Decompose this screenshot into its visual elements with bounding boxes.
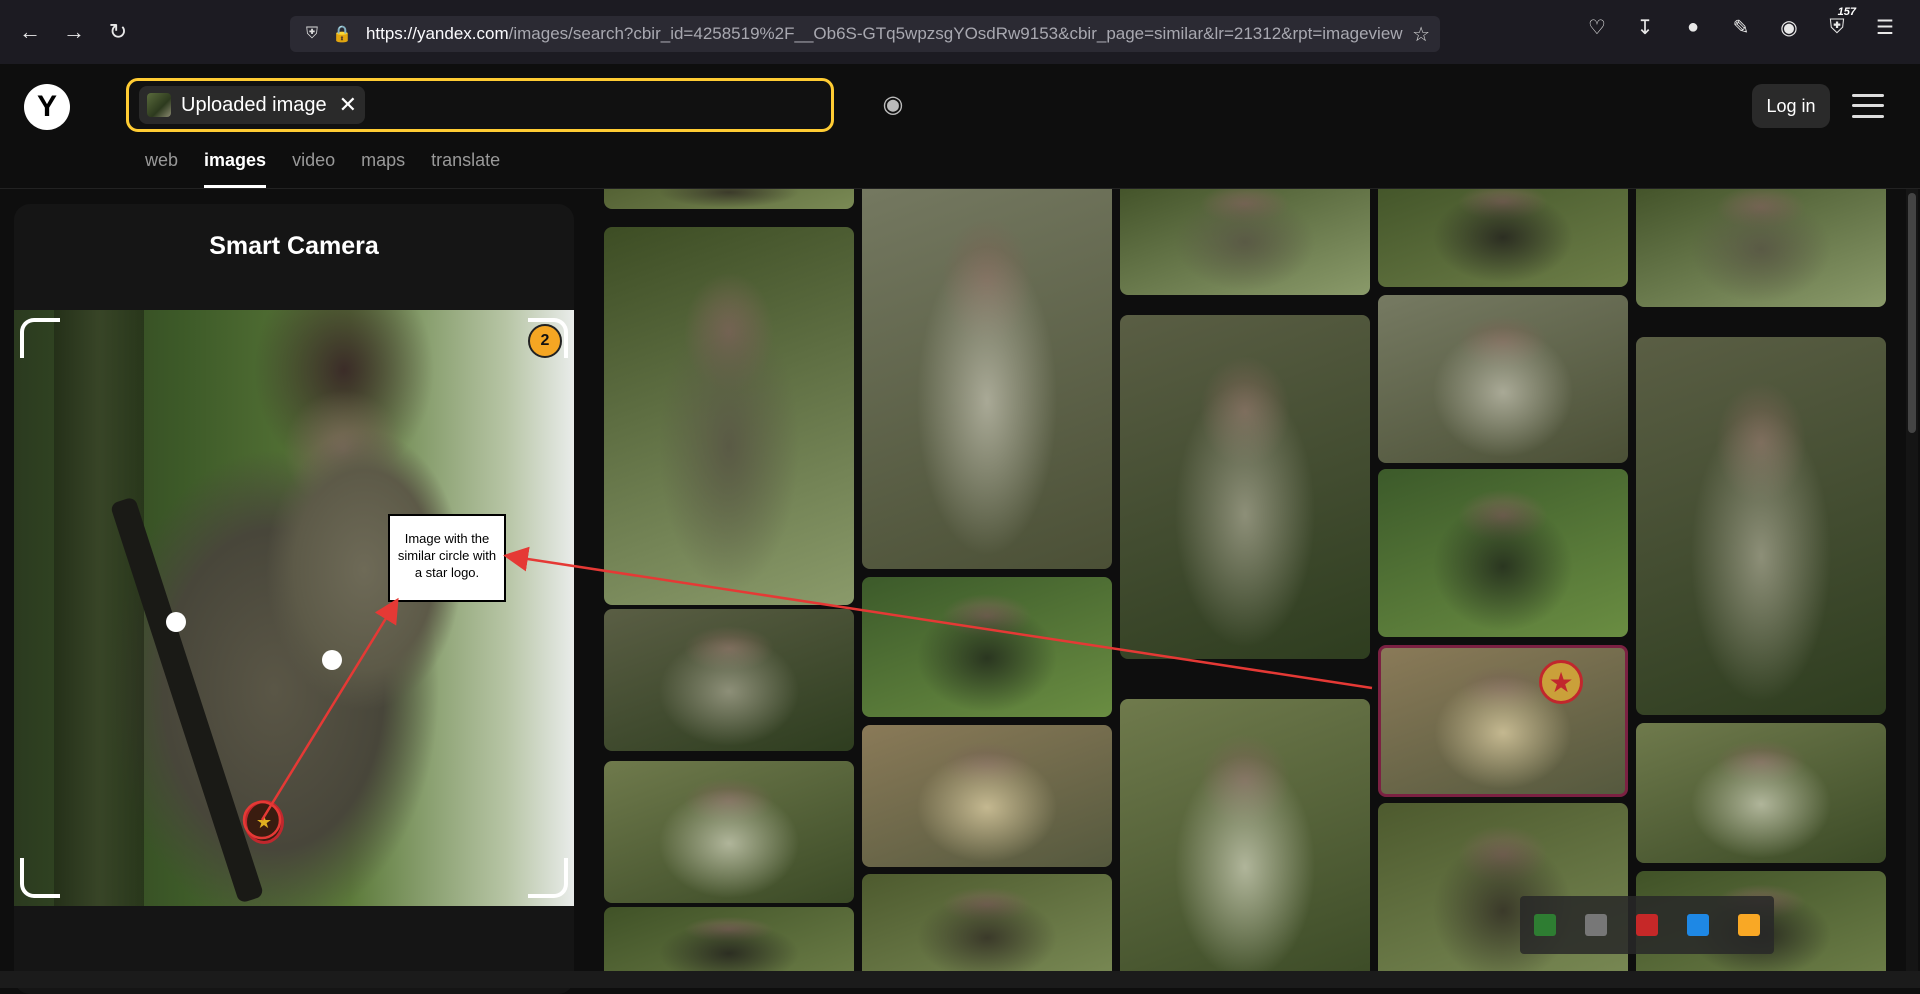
taskbar [0,971,1920,988]
extensions-icon[interactable]: ✎ [1726,12,1756,42]
chip-label: Uploaded image [181,93,327,116]
tab-maps[interactable]: maps [361,150,405,188]
close-icon[interactable]: ✕ [339,92,357,118]
result-image[interactable] [604,609,854,751]
url-domain: https://yandex.com [365,24,509,43]
star-logo-icon: ★ [1539,660,1583,704]
result-image[interactable] [604,189,854,209]
camera-icon[interactable]: ◉ [876,89,910,119]
tray-app-icon[interactable] [1585,914,1608,936]
url-text[interactable]: https://yandex.com/images/search?cbir_id… [366,24,1406,44]
scrollbar[interactable] [1906,189,1918,971]
tray-app-icon[interactable] [1635,914,1658,936]
uploaded-image-chip[interactable]: Uploaded image ✕ [139,86,366,124]
yandex-logo[interactable]: Y [24,84,70,130]
result-image[interactable] [862,189,1112,569]
bookmark-star-icon[interactable]: ☆ [1412,22,1430,47]
ublock-icon[interactable]: ⛨ 157 [1822,6,1857,42]
result-image[interactable] [1636,337,1886,715]
result-image[interactable] [862,725,1112,867]
forward-icon[interactable]: → [52,12,96,52]
result-image[interactable] [1120,699,1370,971]
result-image[interactable] [1636,723,1886,863]
scrollbar-thumb[interactable] [1908,193,1916,433]
browser-toolbar: ← → ↻ ⛨ 🔒 https://yandex.com/images/sear… [0,0,1920,64]
ublock-count: 157 [1837,6,1856,18]
annotation-callout: Image with the similar circle with a sta… [388,514,506,602]
tray-app-icon[interactable] [1737,914,1760,936]
service-tabs: web images video maps translate [145,150,500,188]
object-point[interactable] [166,612,186,632]
object-point[interactable] [322,650,342,670]
hamburger-icon[interactable] [1852,90,1884,122]
result-image[interactable] [862,874,1112,971]
crop-handle-bottom-right[interactable] [528,858,568,898]
star-patch-logo: ★ [244,800,284,844]
login-button[interactable]: Log in [1752,84,1830,128]
tray-app-icon[interactable] [1686,914,1709,936]
uploaded-photo[interactable]: 2 ★ [14,310,574,906]
result-image[interactable] [604,907,854,971]
download-icon[interactable]: ↧ [1630,12,1660,42]
tab-web[interactable]: web [145,150,178,188]
pocket-icon[interactable]: ♡ [1582,12,1612,42]
url-path: /images/search?cbir_id=4258519%2F__Ob6S-… [508,24,1403,43]
photo-tree-trunk [54,310,144,906]
back-icon[interactable]: ← [8,12,52,52]
uploaded-thumbnail [147,93,171,117]
tab-images[interactable]: images [204,150,267,188]
tab-translate[interactable]: translate [431,150,500,188]
system-tray-popup [1520,896,1774,954]
result-image[interactable] [1120,189,1370,295]
yandex-header: Y Uploaded image ✕ ◉ Log in web images v… [0,64,1920,189]
object-count-badge[interactable]: 2 [528,324,562,358]
menu-icon[interactable]: ☰ [1870,12,1900,42]
address-bar[interactable]: ⛨ 🔒 https://yandex.com/images/search?cbi… [290,16,1440,52]
result-image[interactable] [1378,469,1628,637]
extension-avatar-icon[interactable]: ● [1678,12,1708,42]
shield-icon[interactable]: ⛨ [306,25,318,43]
results-grid: ★ [604,189,1894,971]
crop-handle-bottom-left[interactable] [20,858,60,898]
result-image[interactable] [1636,189,1886,307]
extension-mask-icon[interactable]: ◉ [1774,12,1804,42]
result-image[interactable] [604,761,854,903]
lock-icon[interactable]: 🔒 [332,24,352,44]
result-image[interactable] [1120,315,1370,659]
search-input[interactable]: Uploaded image ✕ [126,78,834,132]
reload-icon[interactable]: ↻ [96,12,140,52]
crop-handle-top-left[interactable] [20,318,60,358]
result-image[interactable] [1378,295,1628,463]
tab-video[interactable]: video [292,150,335,188]
tray-app-icon[interactable] [1534,914,1557,936]
panel-title: Smart Camera [209,232,379,260]
result-image[interactable] [862,577,1112,717]
result-image[interactable] [1378,189,1628,287]
result-image-selected[interactable]: ★ [1378,645,1628,797]
result-image[interactable] [604,227,854,605]
